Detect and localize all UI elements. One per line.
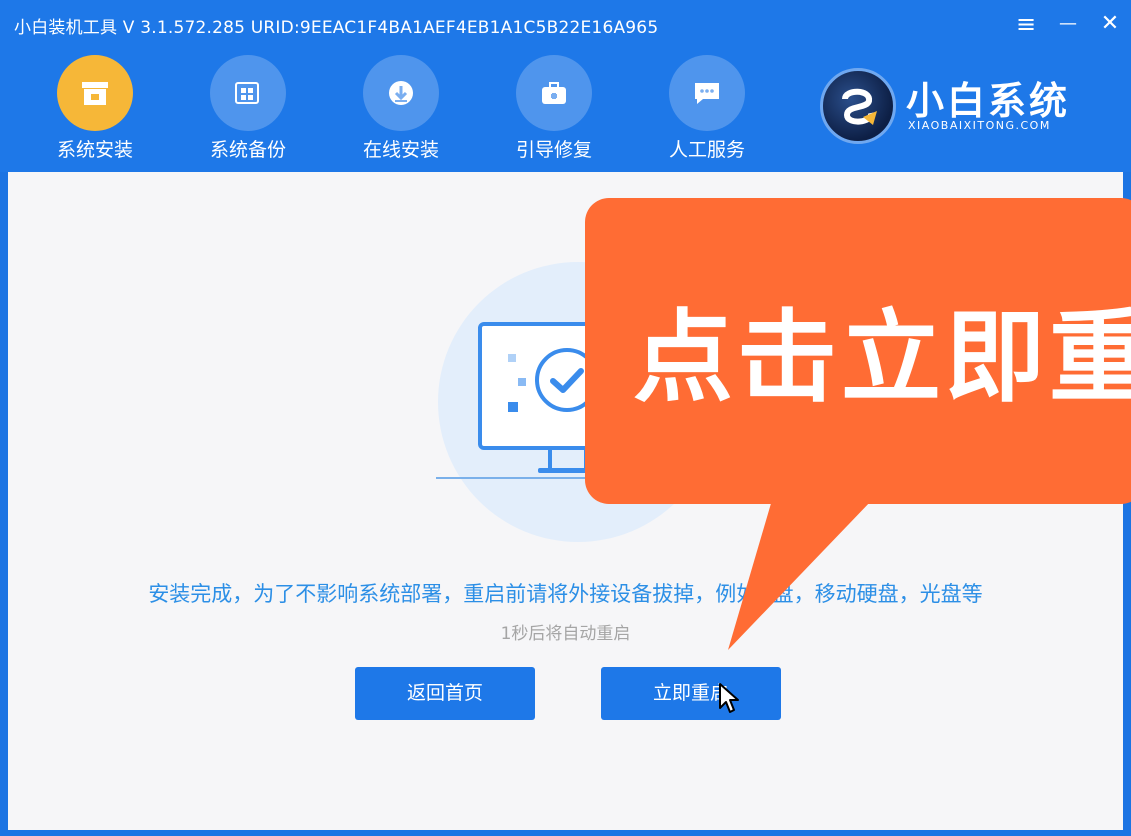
- nav-boot-repair[interactable]: 引导修复: [499, 55, 609, 165]
- decor-square: [518, 378, 526, 386]
- nav-system-install[interactable]: 系统安装: [40, 55, 150, 165]
- decor-square: [508, 354, 516, 362]
- nav-system-backup[interactable]: 系统备份: [193, 55, 303, 165]
- download-icon: [363, 55, 439, 131]
- nav-label: 系统备份: [209, 139, 286, 161]
- chat-icon: [669, 55, 745, 131]
- minimize-button[interactable]: —: [1054, 10, 1082, 38]
- callout-pointer: [728, 500, 872, 650]
- box-icon: [57, 55, 133, 131]
- decor-square: [508, 402, 518, 412]
- mouse-cursor-icon: [719, 683, 739, 713]
- brand-logo: 小白系统 XIAOBAIXITONG.COM: [820, 66, 1120, 146]
- minimize-icon: —: [1059, 13, 1077, 34]
- callout-text: 点击立即重启: [633, 299, 1131, 416]
- install-complete-message: 安装完成，为了不影响系统部署，重启前请将外接设备拔掉，例如U盘，移动硬盘，光盘等: [148, 582, 983, 606]
- nav-online-install[interactable]: 在线安装: [346, 55, 456, 165]
- windows-icon: [210, 55, 286, 131]
- countdown-text: 1秒后将自动重启: [500, 624, 631, 644]
- restart-now-button[interactable]: 立即重启: [601, 667, 781, 720]
- window-title: 小白装机工具 V 3.1.572.285 URID:9EEAC1F4BA1AEF…: [14, 18, 659, 38]
- instruction-callout: 点击立即重启: [585, 198, 1131, 504]
- nav-label: 人工服务: [668, 139, 745, 161]
- monitor-stand: [548, 450, 588, 470]
- nav-label: 在线安装: [362, 139, 439, 161]
- menu-button[interactable]: ≡: [1012, 10, 1040, 38]
- app-header: 小白装机工具 V 3.1.572.285 URID:9EEAC1F4BA1AEF…: [0, 0, 1131, 172]
- nav-manual-service[interactable]: 人工服务: [652, 55, 762, 165]
- logo-name: 小白系统: [906, 79, 1071, 123]
- toolbox-icon: [516, 55, 592, 131]
- menu-icon: ≡: [1015, 10, 1037, 38]
- logo-icon: [820, 68, 896, 144]
- nav-label: 引导修复: [515, 139, 592, 161]
- back-home-button[interactable]: 返回首页: [355, 667, 535, 720]
- close-icon: ✕: [1100, 11, 1120, 36]
- close-button[interactable]: ✕: [1096, 10, 1124, 38]
- logo-subtitle: XIAOBAIXITONG.COM: [908, 119, 1051, 132]
- nav-label: 系统安装: [56, 139, 133, 161]
